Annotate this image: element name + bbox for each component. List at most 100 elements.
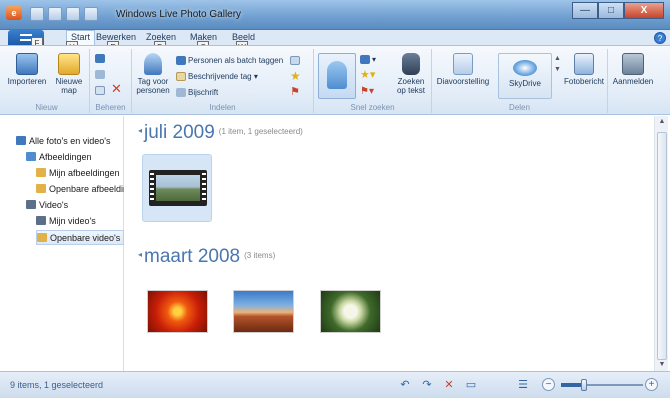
sign-in-button[interactable]: Aanmelden <box>610 53 656 86</box>
group-indelen: Tag voor personen Personen als batch tag… <box>132 49 314 113</box>
folder-icon <box>36 216 46 225</box>
group-header-july-2009[interactable]: ◂ juli 2009 (1 item, 1 geselecteerd) <box>138 122 303 144</box>
sidebar-item-label: Alle foto's en video's <box>29 136 111 146</box>
delete-icon[interactable]: ✕ <box>111 82 122 95</box>
calendar-icon <box>360 55 370 65</box>
rotate-left-icon <box>95 54 105 64</box>
geotag-glyph <box>290 56 300 66</box>
copy-button[interactable] <box>95 85 107 96</box>
flag-icon[interactable]: ⚑ <box>290 87 300 98</box>
qat-button-1[interactable] <box>30 7 44 21</box>
group-snel-zoeken: ▾ ★▾ ⚑▾ Zoeken op tekst Snel zoeken <box>314 49 432 113</box>
skydrive-button[interactable]: SkyDrive <box>498 53 552 99</box>
rating-star-icon[interactable]: ★ <box>290 70 301 82</box>
group-title: maart 2008 <box>144 246 241 267</box>
caption-button[interactable]: Bijschrift <box>176 87 218 98</box>
close-button[interactable]: X <box>624 2 664 19</box>
sidebar-item-mijn-afbeeldingen[interactable]: Mijn afbeeldingen <box>36 166 124 181</box>
star-filter-icon[interactable]: ★▾ <box>360 70 375 81</box>
group-nieuw: Importeren Nieuwe map Nieuw <box>4 49 90 113</box>
sidebar-item-mijn-videos[interactable]: Mijn video's <box>36 214 124 229</box>
zoom-in-button[interactable]: + <box>645 378 658 391</box>
descriptive-tag-button[interactable]: Beschrijvende tag ▾ <box>176 71 258 82</box>
group-header-march-2008[interactable]: ◂ maart 2008 (3 items) <box>138 246 275 268</box>
rotate-left-button[interactable] <box>95 53 107 64</box>
photo-email-button[interactable]: Fotobericht <box>562 53 606 86</box>
search-text-label: Zoeken op tekst <box>396 77 425 95</box>
film-holes-right <box>202 173 206 203</box>
caption-icon <box>176 88 186 98</box>
properties-button[interactable] <box>95 69 107 80</box>
sidebar-item-videos[interactable]: Video's <box>26 198 124 213</box>
tag-people-label: Tag voor personen <box>136 77 170 95</box>
sign-in-label: Aanmelden <box>612 77 654 86</box>
vertical-scrollbar[interactable]: ▲ ▼ <box>654 116 668 371</box>
thumbnail-view: ◂ juli 2009 (1 item, 1 geselecteerd) ◂ maar… <box>130 116 654 371</box>
details-view-icon[interactable]: ☰ <box>516 378 530 392</box>
help-icon[interactable]: ? <box>654 32 666 44</box>
group-label-nieuw: Nieuw <box>35 103 58 112</box>
minimize-button[interactable]: — <box>572 2 598 19</box>
delete-icon[interactable]: ✕ <box>442 378 456 392</box>
scroll-thumb[interactable] <box>657 132 667 360</box>
slideshow-icon[interactable]: ▭ <box>464 378 478 392</box>
sidebar-item-label: Openbare video's <box>50 233 121 243</box>
qat-button-2[interactable] <box>48 7 62 21</box>
share-more-arrow[interactable]: ▲ ▼ <box>554 53 561 75</box>
batch-tag-icon <box>176 56 186 66</box>
group-label-beheren: Beheren <box>95 103 126 112</box>
tag-people-button[interactable]: Tag voor personen <box>134 53 172 95</box>
sidebar-item-openbare-videos[interactable]: Openbare video's <box>36 230 124 245</box>
group-delen: Diavoorstelling SkyDrive ▲ ▼ Fotobericht … <box>432 49 608 113</box>
zoom-out-button[interactable]: − <box>542 378 555 391</box>
quick-access-toolbar <box>30 7 98 21</box>
skydrive-icon <box>513 60 537 76</box>
date-filter-icon[interactable]: ▾ <box>360 54 376 65</box>
scroll-down-arrow-icon[interactable]: ▼ <box>655 359 669 371</box>
selected-thumbnail[interactable] <box>142 154 212 222</box>
sign-in-icon <box>622 53 644 75</box>
scroll-up-arrow-icon[interactable]: ▲ <box>655 116 669 128</box>
photo-thumbnail-desert[interactable] <box>233 290 294 333</box>
new-folder-button[interactable]: Nieuwe map <box>52 53 86 95</box>
sidebar-item-all[interactable]: Alle foto's en video's <box>16 134 124 149</box>
qat-button-3[interactable] <box>66 7 80 21</box>
sidebar-item-afbeeldingen[interactable]: Afbeeldingen <box>26 150 124 165</box>
maximize-button[interactable]: □ <box>598 2 624 19</box>
descriptive-tag-label: Beschrijvende tag <box>188 72 252 81</box>
slideshow-button[interactable]: Diavoorstelling <box>434 53 492 86</box>
video-thumbnail <box>149 170 207 206</box>
zoom-slider-knob[interactable] <box>580 379 587 391</box>
window-controls: — □ X <box>572 2 664 19</box>
search-text-button[interactable]: Zoeken op tekst <box>394 53 428 95</box>
import-button[interactable]: Importeren <box>6 53 48 86</box>
sidebar-item-openbare-afbeeldingen[interactable]: Openbare afbeeldingen <box>36 182 124 197</box>
import-icon <box>16 53 38 75</box>
app-logo-icon[interactable]: e <box>6 6 22 20</box>
tag-icon <box>176 72 186 82</box>
rotate-right-icon[interactable]: ↷ <box>420 378 434 392</box>
photo-email-icon <box>574 53 594 75</box>
photo-thumbnail-flower-red[interactable] <box>147 290 208 333</box>
geotag-icon[interactable] <box>290 55 302 66</box>
qat-button-4[interactable] <box>84 7 98 21</box>
status-bar: 9 items, 1 geselecteerd ↶ ↷ ✕ ▭ ☰ − + <box>0 371 670 398</box>
folder-icon <box>36 168 46 177</box>
rotate-left-icon[interactable]: ↶ <box>398 378 412 392</box>
zoom-slider[interactable] <box>561 379 643 391</box>
window-title: Windows Live Photo Gallery <box>116 9 242 20</box>
group-label-indelen: Indelen <box>209 103 236 112</box>
photo-thumbnail-flower-white[interactable] <box>320 290 381 333</box>
group-beheren: ✕ Beheren <box>90 49 132 113</box>
people-filter-button[interactable] <box>318 53 356 99</box>
flag-filter-icon[interactable]: ⚑▾ <box>360 86 374 97</box>
skydrive-label: SkyDrive <box>508 79 541 88</box>
pictures-icon <box>26 152 36 161</box>
ribbon: Importeren Nieuwe map Nieuw ✕ Beheren Ta… <box>0 45 670 115</box>
folder-icon <box>36 184 46 193</box>
person-tag-icon <box>144 53 162 75</box>
batch-tag-button[interactable]: Personen als batch taggen <box>176 55 283 66</box>
sidebar-item-label: Video's <box>39 200 69 210</box>
caption-label: Bijschrift <box>188 88 219 97</box>
folder-icon <box>37 233 47 242</box>
